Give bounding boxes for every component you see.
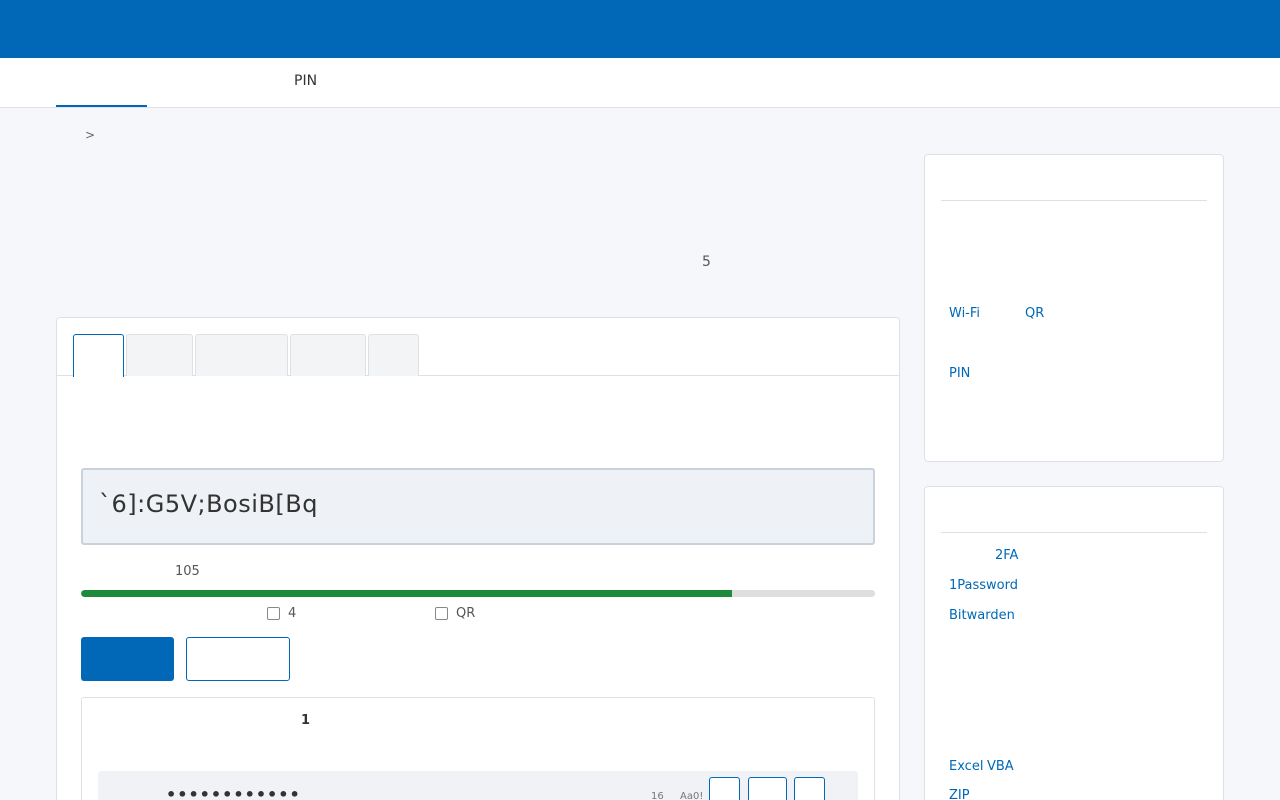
history-card: 1 •••••••••••• 16 Aa0!	[81, 697, 875, 800]
option-4[interactable]: 4	[267, 606, 296, 621]
option-qr[interactable]: QR	[435, 606, 475, 621]
sidebar-divider	[941, 532, 1207, 533]
generate-button[interactable]	[81, 637, 174, 681]
strength-bar-fill	[81, 590, 733, 597]
tab-3[interactable]	[195, 334, 288, 376]
strength-bar	[81, 590, 875, 597]
sidebar-divider	[941, 200, 1207, 201]
tab-4[interactable]	[290, 334, 366, 376]
sidebar-link-zip[interactable]: ZIP	[949, 788, 970, 800]
nav-tab-pin[interactable]: PIN	[294, 73, 317, 89]
nav-bar: PIN	[0, 58, 1280, 108]
option-qr-label: QR	[456, 606, 476, 621]
generator-card: `6]:G5V;BosiB[Bq 105 4 QR 1 ••••••••••••…	[56, 317, 900, 800]
password-output[interactable]: `6]:G5V;BosiB[Bq	[81, 468, 875, 545]
hero-number: 5	[702, 254, 711, 270]
tab-2[interactable]	[126, 334, 193, 376]
sidebar-link-2fa[interactable]: 2FA	[995, 548, 1018, 563]
delete-history-button[interactable]	[794, 777, 825, 800]
sidebar-link-excel[interactable]: Excel	[949, 759, 983, 774]
copy-button[interactable]	[186, 637, 290, 681]
option-4-label: 4	[288, 606, 297, 621]
sidebar-link-vba[interactable]: VBA	[987, 759, 1014, 774]
option-qr-checkbox[interactable]	[435, 607, 448, 620]
masked-password: ••••••••••••	[166, 785, 301, 800]
history-char-types: Aa0!	[680, 791, 704, 800]
sidebar-link-wifi[interactable]: Wi-Fi	[949, 306, 980, 321]
breadcrumb-separator: >	[85, 128, 96, 142]
history-length: 16	[651, 791, 664, 800]
sidebar-link-1password[interactable]: 1Password	[949, 578, 1018, 593]
password-text: `6]:G5V;BosiB[Bq	[99, 490, 318, 518]
show-password-button[interactable]	[709, 777, 740, 800]
sidebar-link-qr[interactable]: QR	[1025, 306, 1044, 321]
sidebar-card-articles: 2FA 1Password Bitwarden Excel VBA ZIP	[924, 486, 1224, 800]
sidebar-card-related: Wi-Fi QR PIN	[924, 154, 1224, 462]
top-header-bar	[0, 0, 1280, 58]
tab-strip	[57, 318, 899, 377]
sidebar-link-pin[interactable]: PIN	[949, 366, 970, 381]
nav-tab-active[interactable]	[56, 58, 147, 107]
copy-history-button[interactable]	[748, 777, 787, 800]
history-row: •••••••••••• 16 Aa0!	[98, 771, 858, 800]
strength-value: 105	[175, 564, 200, 579]
tab-5[interactable]	[368, 334, 419, 376]
sidebar-link-bitwarden[interactable]: Bitwarden	[949, 608, 1015, 623]
option-4-checkbox[interactable]	[267, 607, 280, 620]
tab-1[interactable]	[73, 334, 124, 377]
history-title: 1	[301, 713, 311, 728]
